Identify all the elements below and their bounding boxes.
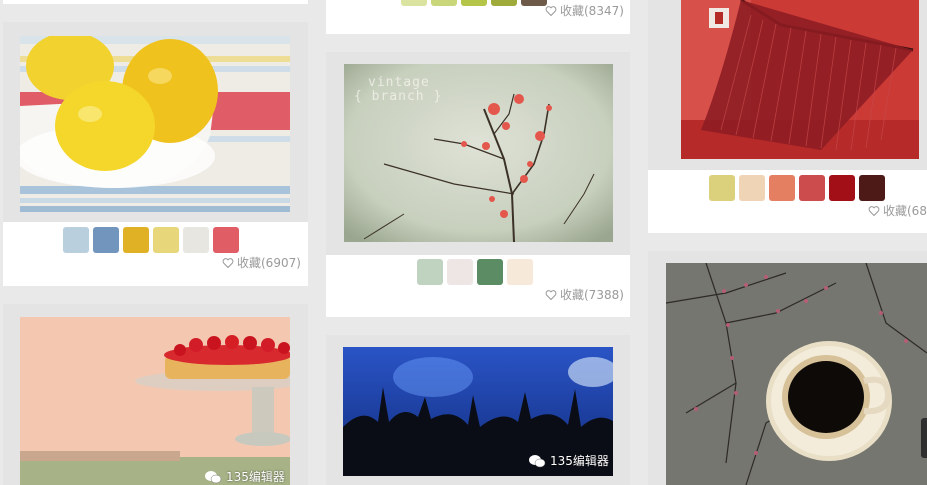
side-float-tab[interactable] [921,418,927,458]
wechat-icon [205,470,222,483]
color-swatch[interactable] [739,175,765,201]
color-swatch[interactable] [153,227,179,253]
photo-coffee[interactable] [666,263,927,485]
favorite-button[interactable]: 收藏(7388) [545,286,624,303]
favorite-button[interactable]: 收藏(6907) [222,254,301,271]
watermark: 135编辑器 [204,468,285,485]
color-swatch[interactable] [477,259,503,285]
image-caption-line: vintage [368,75,430,90]
image-caption-line: { branch } [354,89,443,104]
palette-top-partial [401,0,547,6]
favorite-count: 收藏(8347) [560,4,624,18]
palette-lemons [63,227,239,253]
heart-outline-icon [222,257,234,268]
color-swatch[interactable] [417,259,443,285]
card-top-partial-left [3,0,308,4]
color-swatch[interactable] [63,227,89,253]
color-swatch[interactable] [183,227,209,253]
favorite-count: 收藏(6907) [237,256,301,270]
color-swatch[interactable] [521,0,547,6]
heart-outline-icon [545,5,557,16]
color-swatch[interactable] [447,259,473,285]
heart-outline-icon [868,205,880,216]
watermark-text: 135编辑器 [550,454,609,468]
image-caption-vintage: vintage { branch } [354,75,442,104]
favorite-count: 收藏(7388) [560,288,624,302]
favorite-count: 收藏(68 [883,204,927,218]
color-swatch[interactable] [829,175,855,201]
color-swatch[interactable] [709,175,735,201]
color-swatch[interactable] [461,0,487,6]
photo-hammock[interactable] [681,0,919,159]
color-swatch[interactable] [123,227,149,253]
palette-vintage-branch [417,259,533,285]
favorite-button[interactable]: 收藏(8347) [545,2,624,19]
color-swatch[interactable] [491,0,517,6]
color-swatch[interactable] [431,0,457,6]
color-swatch[interactable] [401,0,427,6]
color-swatch[interactable] [769,175,795,201]
photo-lemons[interactable] [20,36,290,212]
wechat-icon [529,454,546,467]
color-swatch[interactable] [213,227,239,253]
color-swatch[interactable] [859,175,885,201]
watermark-text: 135编辑器 [226,470,285,484]
palette-hammock [709,175,885,201]
color-swatch[interactable] [799,175,825,201]
favorite-button[interactable]: 收藏(68 [868,202,927,219]
heart-outline-icon [545,289,557,300]
watermark: 135编辑器 [528,452,609,469]
color-swatch[interactable] [507,259,533,285]
photo-tart[interactable] [20,317,290,485]
color-swatch[interactable] [93,227,119,253]
